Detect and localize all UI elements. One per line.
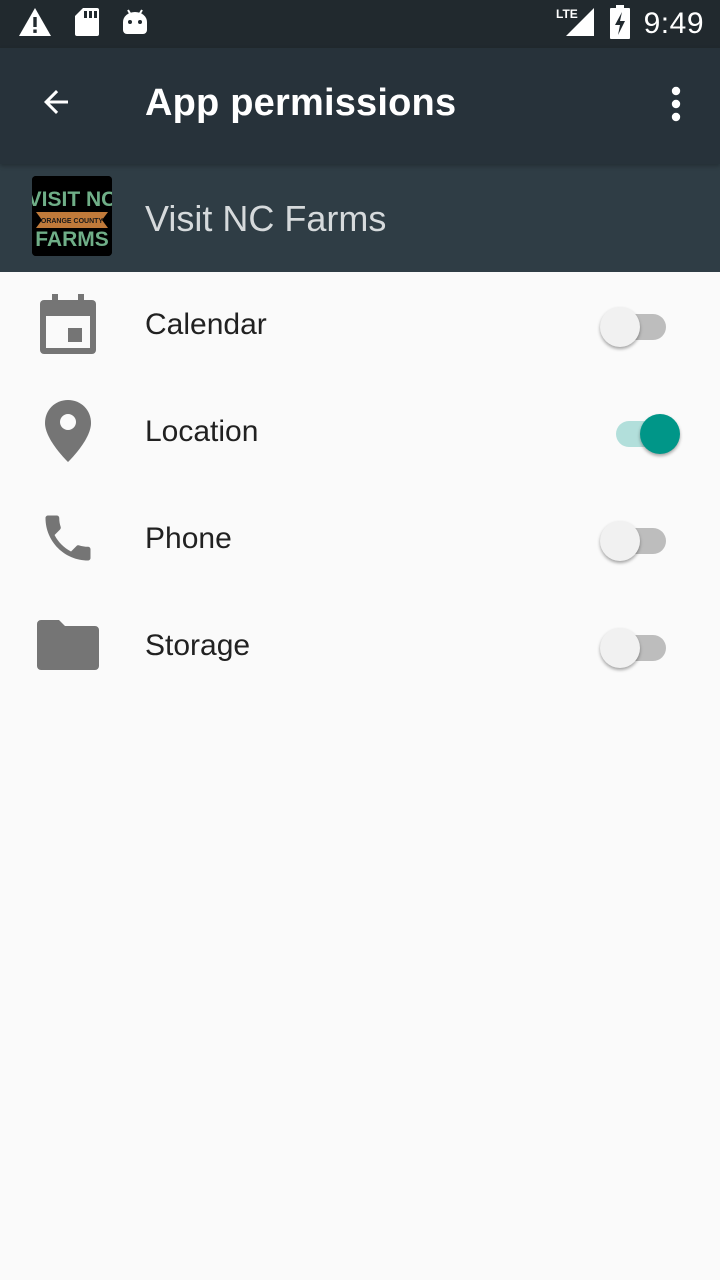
battery-charging-icon [609, 4, 630, 44]
phone-toggle[interactable] [600, 519, 684, 563]
app-name: Visit NC Farms [145, 198, 387, 239]
logo-text-middle: ORANGE COUNTY [41, 218, 104, 225]
toggle-thumb [600, 307, 640, 347]
folder-icon [36, 613, 100, 677]
page-title: App permissions [145, 82, 457, 124]
toggle-thumb [600, 628, 640, 668]
status-time: 9:49 [643, 7, 704, 40]
storage-toggle[interactable] [600, 626, 684, 670]
permission-row-location[interactable]: Location [0, 379, 720, 486]
permission-row-calendar[interactable]: Calendar [0, 272, 720, 379]
phone-icon [36, 506, 100, 570]
logo-text-top: VISIT NC [32, 188, 112, 211]
app-bar: App permissions [0, 48, 720, 164]
signal-icon: LTE [556, 6, 596, 43]
calendar-toggle[interactable] [600, 305, 684, 349]
sd-card-icon [74, 7, 100, 42]
calendar-icon [36, 292, 100, 356]
permission-row-storage[interactable]: Storage [0, 593, 720, 700]
network-type-label: LTE [556, 7, 578, 21]
permission-label: Phone [145, 522, 232, 555]
more-vert-icon [670, 86, 682, 127]
permission-row-phone[interactable]: Phone [0, 486, 720, 593]
logo-text-bottom: FARMS [35, 228, 109, 251]
location-pin-icon [36, 399, 100, 463]
permission-label: Calendar [145, 308, 267, 341]
notification-icons [18, 6, 148, 42]
location-toggle[interactable] [600, 412, 684, 456]
toggle-thumb [640, 414, 680, 454]
warning-icon [18, 7, 52, 42]
arrow-back-icon [38, 84, 74, 125]
permission-label: Storage [145, 629, 251, 662]
overflow-menu-button[interactable] [652, 74, 700, 138]
android-icon [122, 8, 148, 41]
status-bar: LTE 9:49 [0, 0, 720, 48]
toggle-thumb [600, 521, 640, 561]
app-logo: VISIT NC ORANGE COUNTY FARMS [32, 176, 112, 256]
permission-label: Location [145, 415, 259, 448]
system-icons: LTE 9:49 [556, 4, 704, 44]
back-button[interactable] [24, 72, 88, 136]
permission-list: Calendar Location Phone Storage [0, 272, 720, 700]
app-header: VISIT NC ORANGE COUNTY FARMS Visit NC Fa… [0, 164, 720, 272]
